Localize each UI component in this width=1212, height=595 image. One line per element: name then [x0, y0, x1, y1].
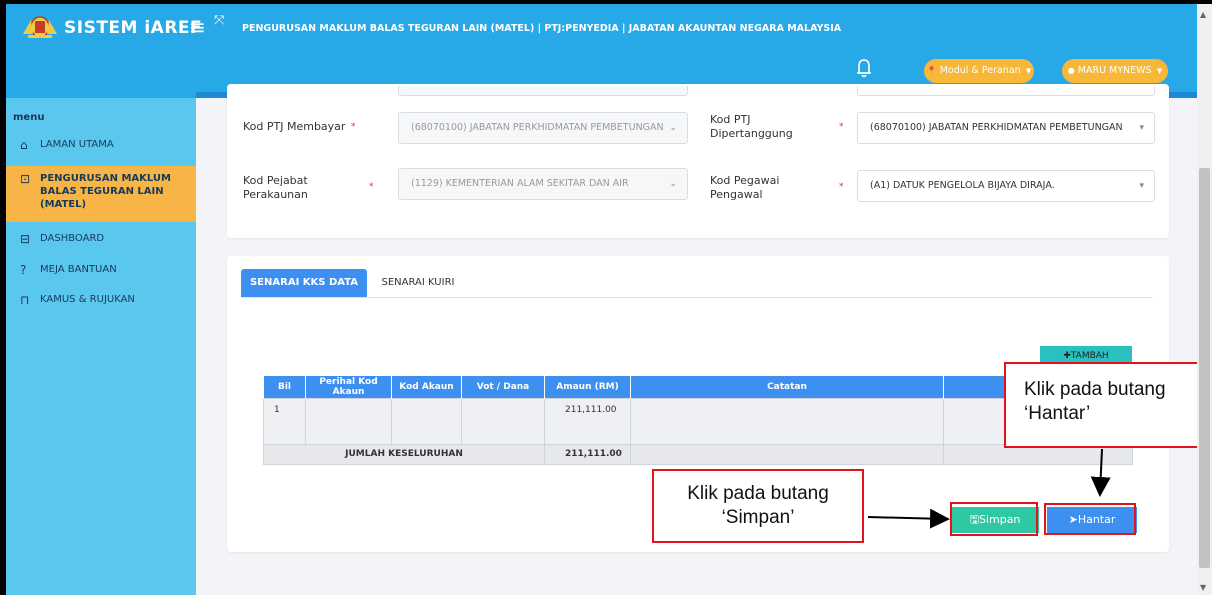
sidebar-item-label: LAMAN UTAMA	[40, 139, 114, 150]
sidebar-heading: menu	[13, 112, 45, 123]
sidebar-item-laman-utama[interactable]: ⌂ LAMAN UTAMA	[6, 138, 196, 158]
user-icon: ●	[1067, 66, 1075, 75]
required-mark: *	[839, 182, 844, 192]
menu-toggle-icon[interactable]: ≡	[189, 15, 206, 39]
app-brand: SISTEM iAREF	[64, 18, 203, 38]
kod-ptj-membayar-select[interactable]: (68070100) JABATAN PERKHIDMATAN PEMBETUN…	[398, 112, 688, 144]
scrollbar-thumb[interactable]	[1199, 168, 1210, 568]
kod-ptj-dipertanggung-value: (68070100) JABATAN PERKHIDMATAN PEMBETUN…	[870, 122, 1123, 133]
dashboard-icon: ⊟	[20, 232, 31, 246]
user-menu-button[interactable]: ● MARU MYNEWS ▼	[1062, 59, 1168, 83]
required-mark: *	[839, 122, 844, 132]
callout-hantar: Klik pada butang ‘Hantar’	[1004, 362, 1197, 448]
cell-catatan	[630, 397, 944, 445]
add-button-label: TAMBAH	[1070, 351, 1109, 361]
kod-pejabat-perakaunan-select[interactable]: (1129) KEMENTERIAN ALAM SEKITAR DAN AIR …	[398, 168, 688, 200]
required-mark: *	[351, 122, 356, 132]
required-mark: *	[369, 182, 374, 192]
tab-senarai-kuiri[interactable]: SENARAI KUIRI	[378, 269, 458, 297]
sidebar-item-label: PENGURUSAN MAKLUM BALAS TEGURAN LAIN (MA…	[40, 173, 171, 210]
kod-pegawai-pengawal-label: Kod Pegawai Pengawal	[710, 174, 780, 201]
total-label: JUMLAH KESELURUHAN	[263, 443, 545, 465]
fullscreen-icon[interactable]: ⤧	[214, 13, 224, 28]
sidebar-item-label: DASHBOARD	[40, 233, 105, 244]
total-value: 211,111.00	[544, 443, 631, 465]
sidebar-item-matel[interactable]: ⊡ PENGURUSAN MAKLUM BALAS TEGURAN LAIN (…	[6, 166, 196, 222]
hidden-select-top-right	[857, 86, 1155, 96]
book-icon: ⊓	[20, 293, 30, 307]
sidebar-item-dashboard[interactable]: ⊟ DASHBOARD	[6, 232, 196, 252]
sidebar-item-label: MEJA BANTUAN	[40, 264, 117, 275]
col-kod-akaun: Kod Akaun	[391, 376, 462, 398]
role-module-button[interactable]: 📍 Modul & Peranan ▼	[924, 59, 1034, 83]
pin-icon: 📍	[926, 66, 937, 75]
caret-down-icon: ▾	[1139, 181, 1144, 191]
screenshot-frame: SISTEM iAREF ≡ ⤧ PENGURUSAN MAKLUM BALAS…	[0, 0, 1212, 595]
caret-down-icon: ▼	[1023, 67, 1032, 75]
user-menu-label: MARU MYNEWS	[1077, 65, 1152, 76]
role-module-label: Modul & Peranan	[939, 65, 1021, 76]
kod-pegawai-pengawal-value: (A1) DATUK PENGELOLA BIJAYA DIRAJA.	[870, 180, 1055, 191]
col-amaun: Amaun (RM)	[544, 376, 631, 398]
sidebar-item-label: KAMUS & RUJUKAN	[40, 294, 135, 305]
caret-down-icon: ▾	[1139, 123, 1144, 133]
cell-bil: 1	[263, 397, 306, 445]
kod-ptj-dipertanggung-select[interactable]: (68070100) JABATAN PERKHIDMATAN PEMBETUN…	[857, 112, 1155, 144]
sidebar: menu ⌂ LAMAN UTAMA ⊡ PENGURUSAN MAKLUM B…	[6, 98, 196, 595]
arrow-to-hantar	[1090, 449, 1111, 497]
chevron-down-icon: ⌄	[669, 179, 677, 189]
list-icon: ⊡	[20, 172, 31, 186]
table-row: 1 211,111.00	[263, 397, 1133, 445]
plus-icon: ✚	[1063, 351, 1071, 361]
cell-perihal	[305, 397, 392, 445]
annotation-arrows	[867, 449, 1111, 529]
scroll-up-arrow-icon[interactable]: ▲	[1200, 10, 1206, 19]
tab-senarai-kks-data[interactable]: SENARAI KKS DATA	[241, 269, 367, 297]
bell-icon[interactable]	[856, 58, 872, 78]
kod-pegawai-pengawal-select[interactable]: (A1) DATUK PENGELOLA BIJAYA DIRAJA. ▾	[857, 170, 1155, 202]
table-header-row: Bil Perihal Kod Akaun Kod Akaun Vot / Da…	[263, 376, 1133, 398]
scroll-down-arrow-icon[interactable]: ▼	[1200, 583, 1206, 592]
form-card: Kod PTJ Membayar * (68070100) JABATAN PE…	[227, 84, 1169, 238]
coat-of-arms-icon	[23, 16, 57, 38]
home-icon: ⌂	[20, 138, 28, 152]
sidebar-item-meja-bantuan[interactable]: ? MEJA BANTUAN	[6, 263, 196, 283]
sidebar-item-kamus-rujukan[interactable]: ⊓ KAMUS & RUJUKAN	[6, 293, 196, 313]
callout-simpan: Klik pada butang ‘Simpan’	[652, 469, 864, 543]
hidden-select-top	[398, 86, 688, 96]
kod-pejabat-perakaunan-label: Kod Pejabat Perakaunan	[243, 174, 308, 201]
kod-pejabat-perakaunan-value: (1129) KEMENTERIAN ALAM SEKITAR DAN AIR	[411, 178, 629, 189]
app-window: SISTEM iAREF ≡ ⤧ PENGURUSAN MAKLUM BALAS…	[6, 4, 1197, 595]
cell-kod-akaun	[391, 397, 462, 445]
cell-vot	[461, 397, 545, 445]
arrow-to-simpan	[867, 508, 950, 529]
col-vot-dana: Vot / Dana	[461, 376, 545, 398]
kod-ptj-dipertanggung-label: Kod PTJ Dipertanggung	[710, 113, 793, 140]
caret-down-icon: ▼	[1154, 67, 1163, 75]
cell-amaun: 211,111.00	[544, 397, 631, 445]
chevron-down-icon: ⌄	[669, 123, 677, 133]
tab-divider	[241, 297, 1153, 298]
help-icon: ?	[20, 263, 27, 277]
kod-ptj-membayar-value: (68070100) JABATAN PERKHIDMATAN PEMBETUN…	[411, 122, 664, 133]
col-bil: Bil	[263, 376, 306, 398]
col-perihal-kod-akaun: Perihal Kod Akaun	[305, 376, 392, 398]
kod-ptj-membayar-label: Kod PTJ Membayar	[243, 120, 346, 133]
page-title: PENGURUSAN MAKLUM BALAS TEGURAN LAIN (MA…	[242, 23, 842, 34]
col-catatan: Catatan	[630, 376, 944, 398]
